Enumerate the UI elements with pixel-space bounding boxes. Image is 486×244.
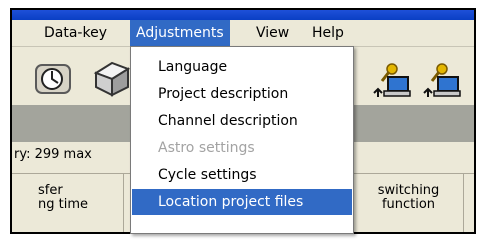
menu-item-channel-description[interactable]: Channel description — [132, 108, 352, 134]
header-right-line1: switching — [377, 183, 440, 198]
header-left-line1: sfer — [38, 183, 63, 198]
key-computer-icon[interactable] — [422, 59, 462, 99]
header-transfer-time[interactable]: sfer ng time — [12, 174, 124, 232]
menu-bar: Data-key Adjustments View Help — [12, 20, 474, 47]
menu-data-key[interactable]: Data-key — [38, 20, 113, 46]
menu-adjustments[interactable]: Adjustments — [130, 20, 230, 46]
adjustments-dropdown: Language Project description Channel des… — [130, 46, 354, 234]
menu-view[interactable]: View — [250, 20, 295, 46]
header-right-line2: function — [381, 197, 436, 212]
menu-item-project-description[interactable]: Project description — [132, 81, 352, 107]
header-left-line2: ng time — [38, 197, 88, 212]
title-bar — [12, 10, 474, 20]
menu-help[interactable]: Help — [306, 20, 350, 46]
menu-item-cycle-settings[interactable]: Cycle settings — [132, 162, 352, 188]
header-switching-function[interactable]: switching function — [354, 174, 464, 232]
menu-item-astro-settings: Astro settings — [158, 140, 255, 156]
clock-icon[interactable] — [34, 59, 74, 99]
status-label: ry: 299 max — [14, 147, 92, 162]
box-icon[interactable] — [92, 59, 132, 99]
menu-item-location-project-files[interactable]: Location project files — [132, 189, 352, 215]
menu-item-language[interactable]: Language — [132, 54, 352, 80]
key-computer-icon[interactable] — [372, 59, 412, 99]
